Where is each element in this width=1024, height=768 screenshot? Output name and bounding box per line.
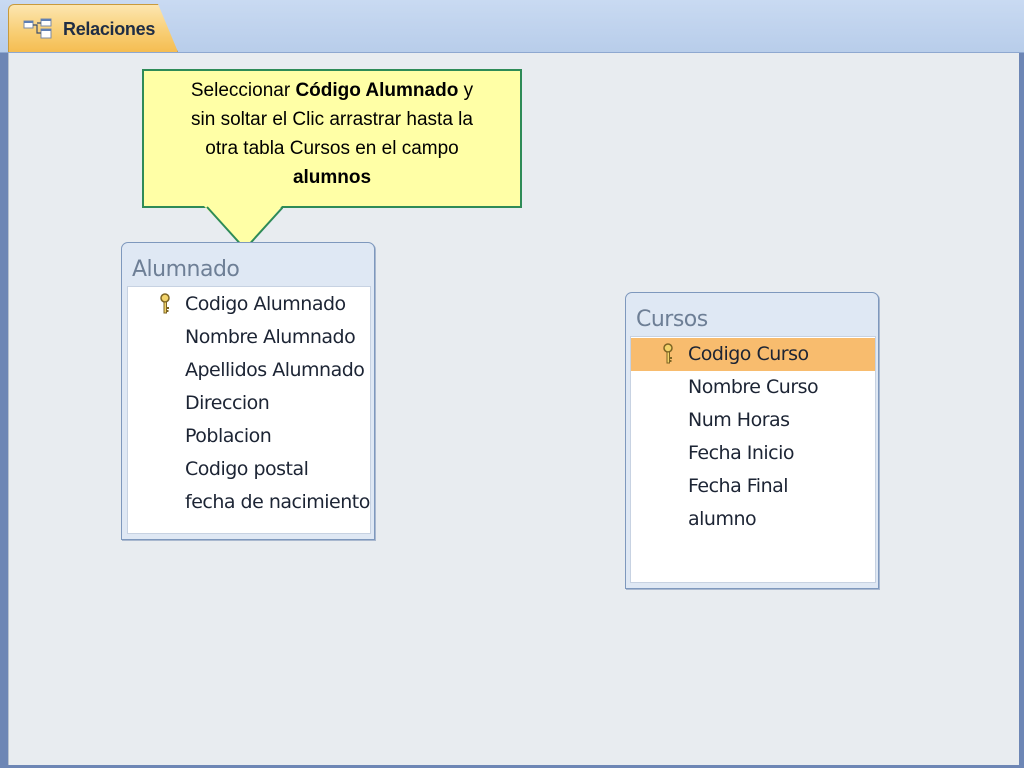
callout-line-4: alumnos	[292, 167, 372, 188]
table-alumnado-title: Alumnado	[132, 257, 240, 282]
field-list-alumnado: Codigo Alumnado Nombre Alumnado Apellido…	[127, 286, 371, 534]
tab-relaciones[interactable]: Relaciones	[8, 4, 178, 52]
primary-key-icon	[160, 293, 170, 314]
field-codigo-postal[interactable]: Codigo postal	[128, 453, 370, 486]
field-codigo-curso[interactable]: Codigo Curso	[631, 338, 875, 371]
relationships-icon	[23, 18, 52, 39]
table-cursos[interactable]: Cursos Codigo Curso Nombre Curso Num Hor…	[625, 292, 879, 589]
callout-line-1: Seleccionar Código Alumnado y	[190, 80, 474, 101]
field-alumno[interactable]: alumno	[631, 503, 875, 536]
tab-label: Relaciones	[63, 19, 156, 39]
field-fecha-de-nacimiento[interactable]: fecha de nacimiento	[128, 486, 370, 519]
field-num-horas[interactable]: Num Horas	[631, 404, 875, 437]
field-fecha-inicio[interactable]: Fecha Inicio	[631, 437, 875, 470]
callout-line-3: otra tabla Cursos en el campo	[205, 138, 459, 159]
field-poblacion[interactable]: Poblacion	[128, 420, 370, 453]
field-nombre-curso[interactable]: Nombre Curso	[631, 371, 875, 404]
table-cursos-title: Cursos	[636, 307, 708, 332]
field-list-cursos: Codigo Curso Nombre Curso Num Horas Fech…	[630, 336, 876, 583]
field-nombre-alumnado[interactable]: Nombre Alumnado	[128, 321, 370, 354]
field-apellidos-alumnado[interactable]: Apellidos Alumnado	[128, 354, 370, 387]
field-codigo-alumnado[interactable]: Codigo Alumnado	[128, 288, 370, 321]
callout-line-2: sin soltar el Clic arrastrar hasta la	[191, 109, 473, 130]
table-alumnado[interactable]: Alumnado Codigo Alumnado Nombre Alumnado…	[121, 242, 375, 540]
instruction-callout: Seleccionar Código Alumnado y sin soltar…	[142, 69, 522, 208]
document-tab-bar: Relaciones	[0, 0, 1024, 53]
field-fecha-final[interactable]: Fecha Final	[631, 470, 875, 503]
field-direccion[interactable]: Direccion	[128, 387, 370, 420]
primary-key-icon	[663, 343, 673, 364]
